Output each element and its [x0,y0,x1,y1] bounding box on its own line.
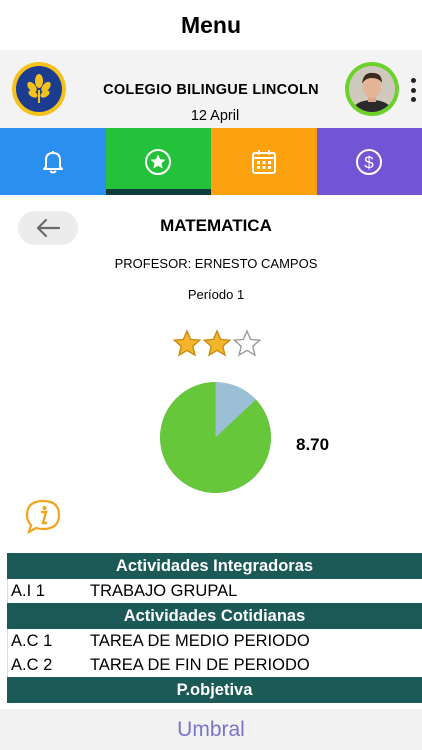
tab-calendar[interactable] [211,128,317,195]
avatar[interactable] [345,62,399,116]
table-row[interactable]: A.C 2 TAREA DE FIN DE PERIODO [7,653,422,677]
period-label: Período 1 [187,287,245,302]
bell-icon [42,150,63,173]
activity-code: A.C 2 [11,655,53,674]
svg-text:$: $ [365,153,375,172]
school-name: COLEGIO BILINGUE LINCOLN [103,82,319,98]
oak-leaf-icon [27,74,51,103]
info-icon[interactable] [24,498,62,534]
activity-name: TAREA DE FIN DE PERIODO [90,655,310,674]
section-header: Actividades Integradoras [7,553,422,579]
brand-footer: Umbral [0,709,422,750]
star-circle-icon [145,148,172,175]
activities-table: Actividades Integradoras A.I 1 TRABAJO GRU… [7,553,422,703]
tab-payments[interactable]: $ [316,128,422,195]
table-row[interactable]: A.C 1 TAREA DE MEDIO PERIODO [7,629,422,653]
arrow-left-icon [36,218,61,238]
tab-bar: $ [0,128,422,195]
activity-name: TRABAJO GRUPAL [90,581,238,600]
activity-name: TAREA DE MEDIO PERIODO [90,631,310,650]
calendar-icon [251,149,276,174]
back-button[interactable] [18,211,78,245]
star-filled-icon [202,329,232,357]
school-logo [12,62,66,116]
teacher-name: PROFESOR: ERNESTO CAMPOS [114,256,318,271]
star-filled-icon [172,329,202,357]
dollar-circle-icon: $ [356,148,383,175]
tab-notifications[interactable] [0,128,106,195]
section-header: Actividades Cotidianas [7,603,422,629]
star-empty-icon [232,329,262,357]
grade-pie-chart [160,382,271,493]
rating-stars [172,329,262,357]
school-header: COLEGIO BILINGUE LINCOLN 12 April [0,50,422,128]
subject-title: MATEMATICA [160,216,272,235]
current-date: 12 April [190,108,240,124]
activity-code: A.C 1 [11,631,53,650]
page-title: Menu [0,0,422,50]
more-options-icon[interactable] [409,78,417,102]
grade-value: 8.70 [296,435,330,454]
table-row[interactable]: A.I 1 TRABAJO GRUPAL [7,579,422,603]
activity-code: A.I 1 [11,581,45,600]
section-header: P.objetiva [7,677,422,703]
tab-grades[interactable] [105,128,211,195]
